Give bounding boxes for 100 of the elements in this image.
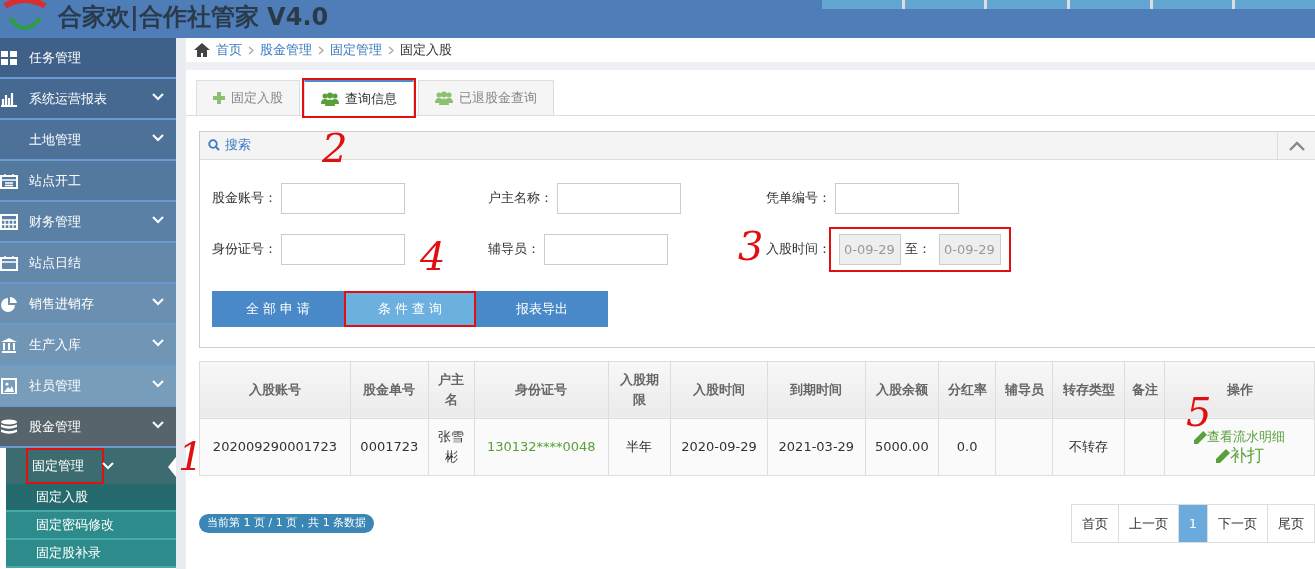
page-summary: 当前第 1 页 / 1 页，共 1 条数据 bbox=[199, 514, 375, 533]
bar-chart-icon bbox=[0, 90, 18, 107]
sidebar-item[interactable]: 系统运营报表 bbox=[0, 79, 176, 120]
sidebar-item[interactable]: 土地管理 bbox=[0, 120, 176, 161]
date-field[interactable]: 0-09-29 bbox=[939, 233, 1001, 265]
sidebar-subitem[interactable]: 固定股补录 bbox=[6, 540, 176, 568]
page-link[interactable]: 首页 bbox=[1070, 503, 1119, 543]
panel-title: 搜索 bbox=[225, 136, 251, 155]
input-field[interactable] bbox=[281, 182, 405, 214]
pie-chart-icon bbox=[0, 295, 18, 312]
column-header: 到期时间 bbox=[767, 361, 866, 418]
column-header: 身份证号 bbox=[474, 361, 609, 418]
users-icon bbox=[435, 90, 453, 105]
nav-tab[interactable] bbox=[1152, 0, 1233, 9]
sidebar-item[interactable]: 站点开工 bbox=[0, 161, 176, 202]
app-title: 合家欢|合作社管家 V4.0 bbox=[58, 2, 329, 32]
chevron-down-icon bbox=[152, 339, 164, 347]
home-icon bbox=[194, 43, 210, 57]
chevron-right-icon bbox=[318, 46, 324, 56]
plus-icon bbox=[213, 91, 225, 104]
pencil-icon bbox=[1215, 448, 1230, 463]
page-link[interactable]: 上一页 bbox=[1117, 503, 1179, 543]
table-cell: 2021-03-29 bbox=[767, 418, 866, 475]
sidebar-item[interactable]: 站点日结 bbox=[0, 243, 176, 284]
range-separator: 至： bbox=[905, 240, 931, 259]
breadcrumb-link[interactable]: 股金管理 bbox=[260, 40, 312, 60]
image-icon bbox=[0, 377, 18, 394]
annotation-number: 2 bbox=[322, 128, 348, 168]
annotation-number: 4 bbox=[420, 236, 446, 276]
table-cell: 5000.00 bbox=[865, 418, 939, 475]
column-header: 入股期限 bbox=[608, 361, 671, 418]
chevron-down-icon bbox=[152, 421, 164, 429]
users-icon bbox=[321, 91, 339, 106]
page-link[interactable]: 尾页 bbox=[1267, 503, 1315, 543]
bank-icon bbox=[0, 336, 18, 353]
column-header: 户主名 bbox=[428, 361, 475, 418]
column-header: 转存类型 bbox=[1052, 361, 1125, 418]
input-field[interactable] bbox=[557, 182, 681, 214]
field-label: 身份证号： bbox=[212, 240, 277, 259]
action-button[interactable]: 条 件 查 询 bbox=[344, 290, 476, 327]
breadcrumb-link[interactable]: 首页 bbox=[216, 40, 242, 60]
pointer-icon bbox=[168, 457, 176, 477]
nav-tab[interactable] bbox=[904, 0, 985, 9]
search-icon bbox=[208, 139, 220, 151]
field-label: 股金账号： bbox=[212, 189, 277, 208]
calendar-icon bbox=[0, 254, 18, 271]
nav-tab[interactable] bbox=[1235, 0, 1315, 9]
column-header: 股金单号 bbox=[350, 361, 429, 418]
column-header: 辅导员 bbox=[995, 361, 1053, 418]
column-header: 入股账号 bbox=[199, 361, 351, 418]
grid-icon bbox=[0, 49, 18, 66]
field-label: 入股时间： bbox=[766, 240, 831, 259]
tab[interactable]: 已退股金查询 bbox=[418, 80, 554, 115]
page-link[interactable]: 下一页 bbox=[1207, 503, 1268, 543]
date-field[interactable]: 0-09-29 bbox=[839, 233, 901, 265]
chevron-up-icon bbox=[1288, 140, 1305, 151]
table-cell: 202009290001723 bbox=[199, 418, 351, 475]
input-field[interactable] bbox=[835, 182, 959, 214]
sidebar-item[interactable]: 社员管理 bbox=[0, 366, 176, 407]
breadcrumb-current: 固定入股 bbox=[400, 41, 452, 60]
table-cell: 2020-09-29 bbox=[670, 418, 768, 475]
column-header: 入股余额 bbox=[865, 361, 939, 418]
action-link[interactable]: 补打 bbox=[1215, 444, 1264, 465]
chevron-down-icon bbox=[152, 380, 164, 388]
sidebar-item[interactable]: 财务管理 bbox=[0, 202, 176, 243]
field-label: 户主名称： bbox=[488, 189, 553, 208]
nav-tab[interactable] bbox=[822, 0, 902, 9]
chevron-down-icon bbox=[102, 462, 114, 470]
input-field[interactable] bbox=[281, 233, 405, 265]
action-button[interactable]: 报表导出 bbox=[476, 290, 608, 327]
tab[interactable]: 查询信息 bbox=[304, 80, 414, 116]
tab[interactable]: 固定入股 bbox=[196, 80, 300, 115]
sidebar-item[interactable]: 销售进销存 bbox=[0, 284, 176, 325]
chevron-right-icon bbox=[248, 46, 254, 56]
chevron-down-icon bbox=[152, 298, 164, 306]
breadcrumb-link[interactable]: 固定管理 bbox=[330, 40, 382, 60]
table-cell: 0.0 bbox=[938, 418, 996, 475]
field-label: 辅导员： bbox=[488, 240, 540, 259]
nav-tab[interactable] bbox=[987, 0, 1067, 9]
table-cell: 不转存 bbox=[1052, 418, 1125, 475]
sidebar-subitem[interactable]: 固定入股 bbox=[6, 484, 176, 512]
chevron-down-icon bbox=[152, 134, 164, 142]
sidebar-subitem[interactable]: 固定管理 bbox=[6, 448, 176, 484]
field-label: 凭单编号： bbox=[766, 189, 831, 208]
chevron-down-icon bbox=[152, 93, 164, 101]
input-field[interactable] bbox=[544, 233, 668, 265]
sidebar-item[interactable]: 股金管理 bbox=[0, 407, 176, 448]
column-header: 备注 bbox=[1124, 361, 1165, 418]
sidebar-item[interactable]: 任务管理 bbox=[0, 38, 176, 79]
calendar-icon bbox=[0, 172, 18, 189]
action-button[interactable]: 全 部 申 请 bbox=[212, 290, 344, 327]
column-header: 分红率 bbox=[938, 361, 996, 418]
table-cell: 半年 bbox=[608, 418, 671, 475]
table-cell: 张雪彬 bbox=[428, 418, 475, 475]
sidebar-subitem[interactable]: 固定密码修改 bbox=[6, 512, 176, 540]
pencil-icon bbox=[1194, 430, 1207, 444]
chevron-right-icon bbox=[388, 46, 394, 56]
nav-tab[interactable] bbox=[1070, 0, 1150, 9]
sidebar-item[interactable]: 生产入库 bbox=[0, 325, 176, 366]
table-cell: 0001723 bbox=[350, 418, 429, 475]
